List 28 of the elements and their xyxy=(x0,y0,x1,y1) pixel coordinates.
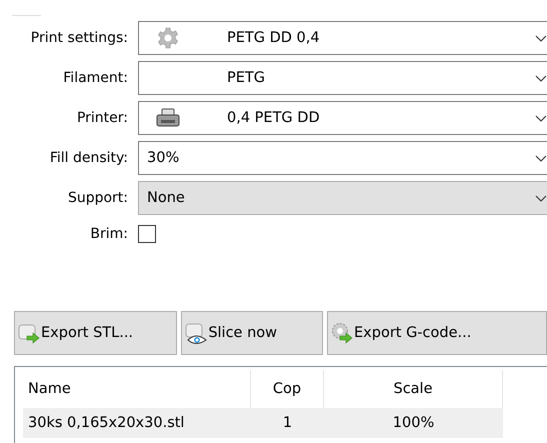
toolbar-button[interactable]: Export STL... xyxy=(14,311,178,355)
toolbar-button[interactable]: Slice now xyxy=(181,311,323,355)
chevron-down-icon xyxy=(535,154,547,162)
gear-icon xyxy=(156,26,180,50)
dropdown[interactable]: None xyxy=(138,181,547,215)
box-eye-icon xyxy=(184,321,208,345)
toolbar-button[interactable]: Export G-code... xyxy=(327,311,547,355)
chevron-down-icon xyxy=(535,34,547,42)
table-cell-text: 30ks 0,165x20x30.stl xyxy=(27,415,186,431)
gear-export-icon xyxy=(330,321,354,345)
chevron-down-icon xyxy=(535,114,547,122)
field-label: Print settings: xyxy=(30,30,128,46)
dropdown[interactable]: 0,4 PETG DD xyxy=(138,101,547,135)
field-label: Fill density: xyxy=(48,150,128,166)
field-label: Filament: xyxy=(62,70,128,86)
table-row[interactable]: 30ks 0,165x20x30.stl 1 100% xyxy=(23,408,503,438)
field-label: Printer: xyxy=(76,110,128,126)
field-label: Brim: xyxy=(89,226,128,242)
dropdown[interactable]: 30% xyxy=(138,141,547,175)
field-label: Support: xyxy=(66,190,128,206)
table-cell-text: 1 xyxy=(282,415,294,431)
chevron-down-icon xyxy=(535,194,547,202)
dropdown[interactable]: PETG xyxy=(138,61,547,95)
dropdown[interactable]: PETG DD 0,4 xyxy=(138,21,547,55)
printer-icon xyxy=(156,108,180,128)
table-cell-text: 100% xyxy=(392,415,436,431)
chevron-down-icon xyxy=(535,74,547,82)
brim-checkbox[interactable] xyxy=(138,225,156,243)
